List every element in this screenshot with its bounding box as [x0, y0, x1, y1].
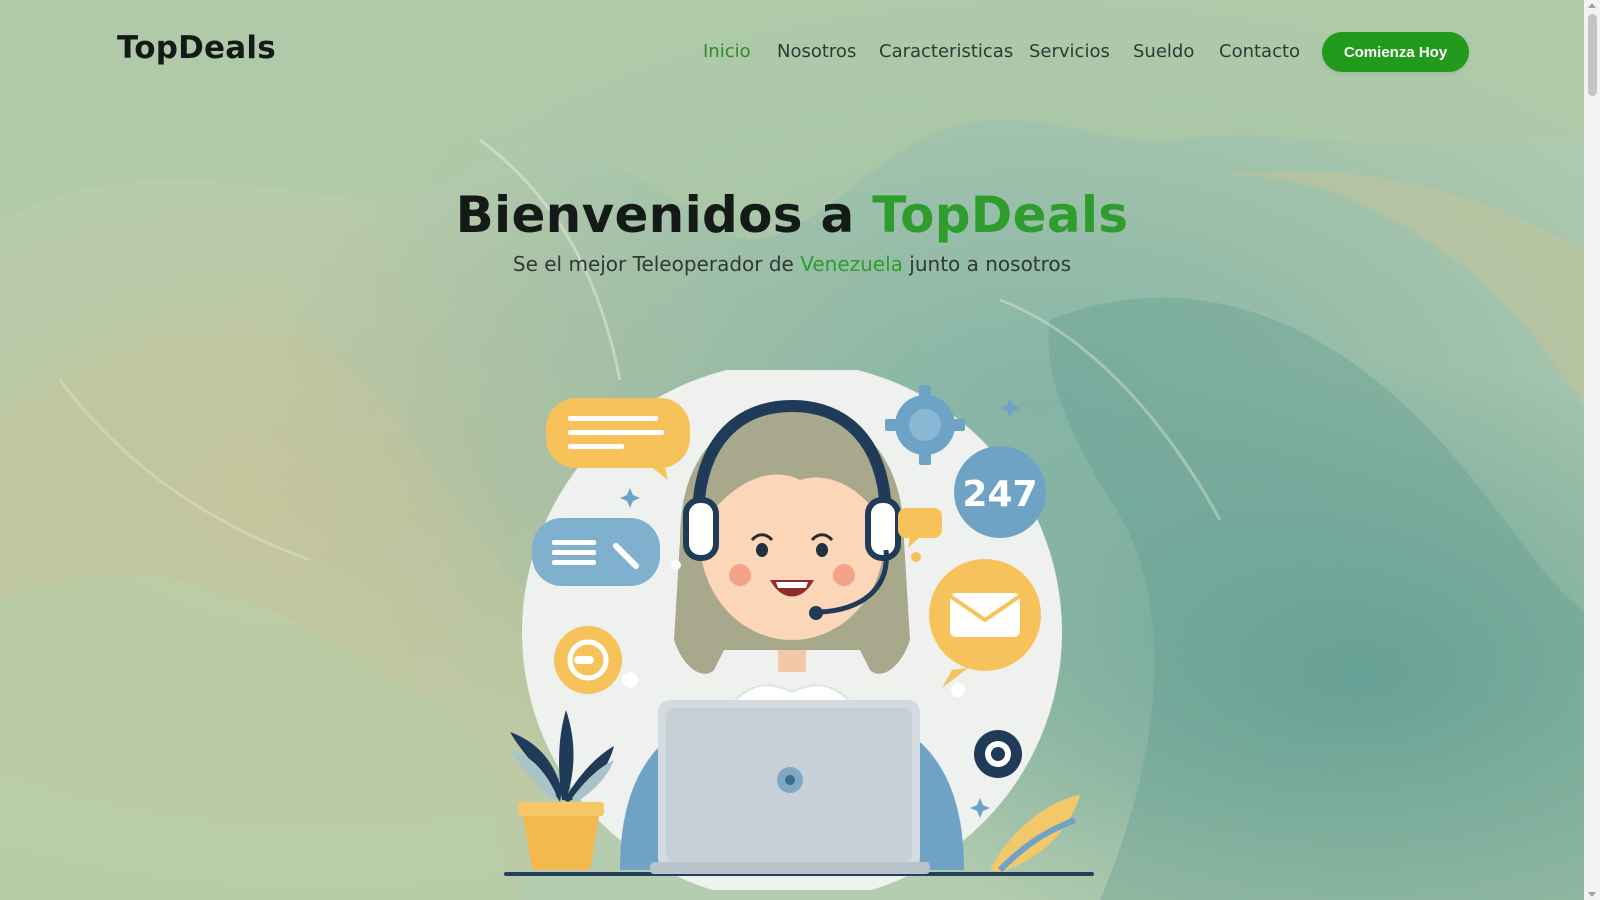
hero-subtitle-after: junto a nosotros — [909, 252, 1072, 276]
tools-icon — [532, 518, 660, 586]
availability-badge-text: 247 — [962, 474, 1037, 515]
hero-illustration: 247 — [504, 370, 1094, 890]
availability-badge: 247 — [954, 446, 1046, 538]
nav-item-caracteristicas[interactable]: Caracteristicas — [879, 41, 1013, 62]
nav-item-nosotros[interactable]: Nosotros — [777, 41, 856, 62]
hero-subtitle-highlight: Venezuela — [800, 252, 903, 276]
scroll-thumb[interactable] — [1588, 14, 1597, 96]
hero-title: Bienvenidos a TopDeals — [0, 186, 1584, 244]
scroll-down-arrow-icon[interactable] — [1588, 892, 1596, 897]
gear-icon-dark — [974, 730, 1022, 778]
nav-item-servicios[interactable]: Servicios — [1029, 41, 1110, 62]
scrollbar[interactable] — [1584, 0, 1600, 900]
laptop-icon — [650, 700, 930, 874]
nav-item-sueldo[interactable]: Sueldo — [1133, 41, 1194, 62]
nav-item-inicio[interactable]: Inicio — [703, 41, 751, 62]
hero-subtitle-before: Se el mejor Teleoperador de — [512, 252, 794, 276]
support-icon — [554, 626, 622, 694]
scroll-up-arrow-icon[interactable] — [1588, 3, 1596, 8]
nav-item-contacto[interactable]: Contacto — [1219, 41, 1300, 62]
hero-title-prefix: Bienvenidos a — [455, 186, 855, 244]
hero-title-highlight: TopDeals — [872, 186, 1129, 244]
hero-subtitle: Se el mejor Teleoperador de Venezuela ju… — [0, 252, 1584, 276]
comienza-hoy-button[interactable]: Comienza Hoy — [1322, 32, 1469, 72]
navbar: TopDeals Inicio Nosotros Caracteristicas… — [0, 0, 1584, 104]
